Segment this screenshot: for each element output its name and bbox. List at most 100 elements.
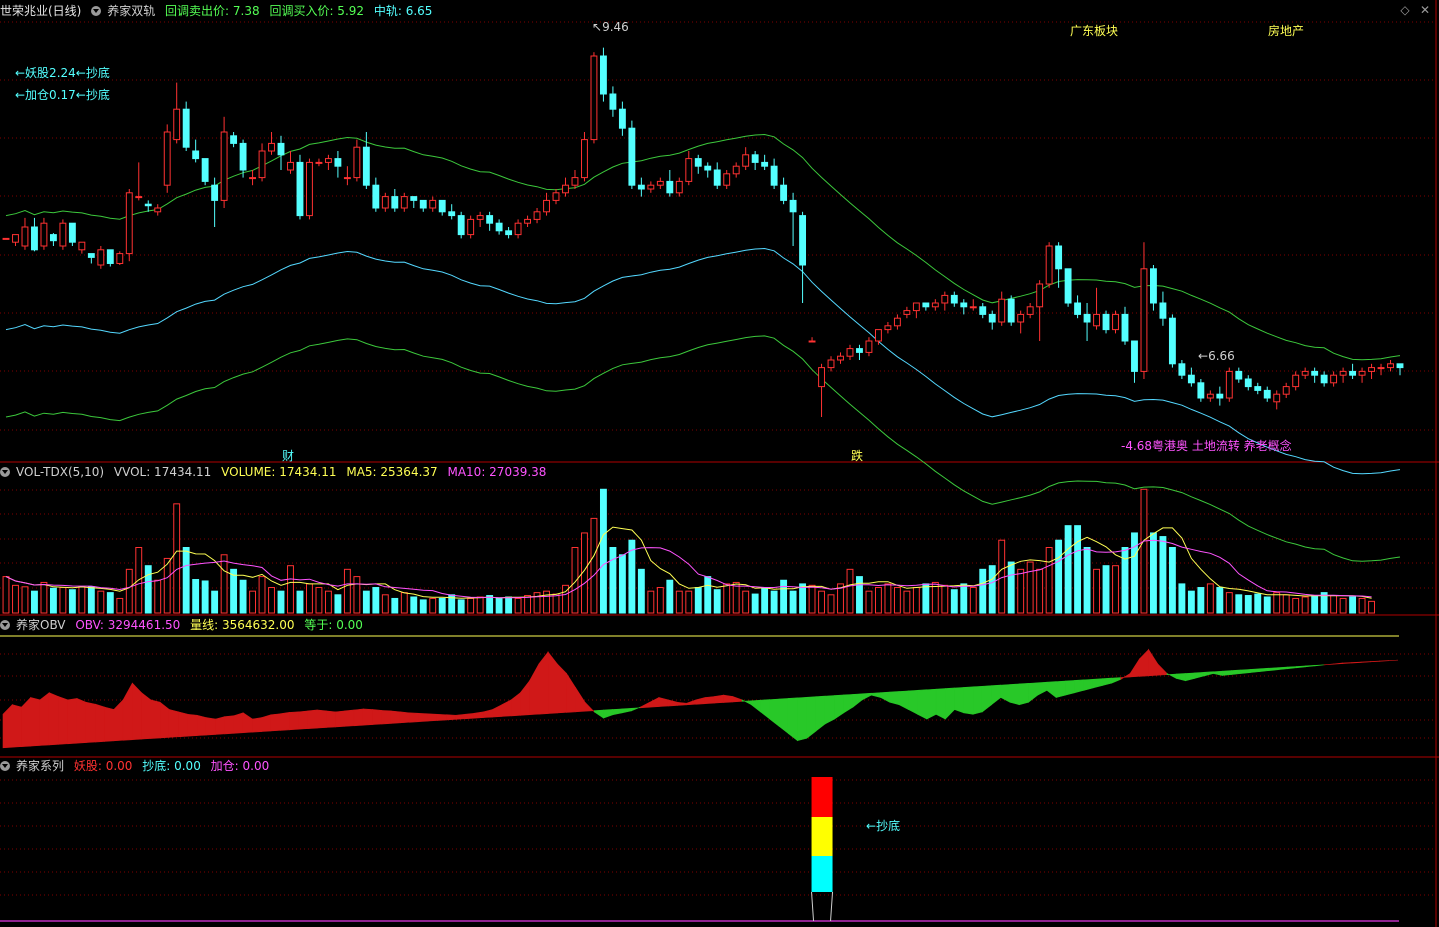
candle-body: [1358, 370, 1366, 376]
buy-price-label: 回调买入价: 5.92: [269, 4, 365, 18]
signal-bar: [0, 777, 1399, 922]
candle-body: [211, 184, 219, 201]
volume-bar: [1301, 596, 1309, 614]
obv-segment: [1286, 666, 1297, 670]
event-marker-die[interactable]: 跌: [851, 447, 863, 464]
candle-body: [884, 325, 892, 331]
close-icon[interactable]: ✕: [1418, 3, 1432, 17]
obv-segment: [21, 696, 32, 747]
indicator-name[interactable]: 养家双轨: [107, 4, 155, 18]
event-marker-cai[interactable]: 财: [282, 447, 294, 464]
expand-icon[interactable]: ◇: [1398, 3, 1412, 17]
candle-body: [182, 108, 190, 148]
dropdown-circle-icon[interactable]: [0, 761, 10, 771]
volume-bar: [287, 565, 294, 614]
volume-bar: [912, 587, 920, 614]
obv-segment: [279, 712, 290, 731]
candle-body: [1301, 370, 1309, 376]
obv-segment: [778, 698, 789, 735]
candle-body: [713, 169, 721, 186]
volume-bar: [1368, 600, 1375, 614]
volume-bar: [656, 587, 664, 614]
stock-title[interactable]: 世荣兆业(日线): [0, 4, 81, 18]
candle-body: [78, 241, 86, 251]
volume-bar: [1112, 565, 1119, 614]
obv-segment: [1388, 659, 1399, 662]
obv-segment: [1120, 673, 1131, 680]
volume-bar: [780, 579, 788, 614]
candle-body: [1150, 268, 1157, 304]
volume-bars: [2, 488, 1375, 614]
candle-body: [1396, 363, 1404, 369]
obv-segment: [372, 709, 383, 725]
candle-body: [306, 161, 313, 217]
volume-bar: [173, 503, 181, 614]
candle-body: [2, 237, 10, 240]
volume-bar: [40, 581, 48, 614]
volume-bar: [1292, 597, 1300, 614]
obv-segment: [945, 687, 955, 720]
volume-bar: [1197, 587, 1205, 614]
volume-bar: [694, 587, 702, 614]
volume-bar: [429, 597, 437, 614]
main-panel-header: 世荣兆业(日线) 养家双轨 回调卖出价: 7.38 回调买入价: 5.92 中轨…: [0, 3, 438, 19]
volume-bar: [1282, 594, 1290, 614]
obv-segment: [233, 712, 244, 734]
obv-indicator-name[interactable]: 养家OBV: [16, 618, 66, 632]
candle-body: [21, 226, 29, 247]
volume-bar: [97, 590, 105, 614]
obv-segment: [1157, 663, 1168, 676]
candle-body: [362, 146, 370, 186]
volume-bar: [372, 587, 380, 614]
candle-body: [201, 158, 209, 182]
signal-stem: [811, 891, 834, 922]
upper-band-line: [5, 133, 1401, 361]
vol-indicator-name[interactable]: VOL-TDX(5,10): [16, 465, 104, 479]
candle-body: [1216, 393, 1224, 399]
obv-segment: [178, 711, 189, 738]
signal-label-text: 抄底: [876, 819, 901, 833]
volume-bar: [1140, 488, 1148, 614]
volume-bar: [1216, 587, 1224, 614]
volume-bar: [2, 576, 10, 614]
obv-segment: [898, 690, 909, 710]
volume-bar: [49, 587, 57, 614]
volume-bar: [106, 592, 114, 614]
obv-segment: [575, 686, 586, 713]
candle-body: [742, 154, 750, 167]
obv-segment: [760, 699, 771, 720]
vol-panel-header: VOL-TDX(5,10) VVOL: 17434.11 VOLUME: 174…: [0, 464, 552, 480]
obv-segment: [1323, 663, 1334, 666]
obv-segment: [630, 706, 641, 712]
candle-body: [495, 222, 503, 232]
volume-bar: [1254, 593, 1262, 614]
candlestick-series: [2, 47, 1404, 417]
volume-bar: [163, 557, 171, 614]
dengyu-label: 等于: 0.00: [304, 618, 363, 632]
volume-bar: [609, 547, 617, 614]
candle-body: [1140, 268, 1148, 372]
volume-bar: [230, 568, 238, 614]
series-indicator-name[interactable]: 养家系列: [16, 759, 64, 773]
candle-body: [154, 207, 162, 213]
obv-segment: [242, 712, 253, 734]
obv-segment: [1111, 677, 1122, 684]
candle-body: [931, 302, 939, 308]
candle-body: [1121, 313, 1129, 342]
dropdown-circle-icon[interactable]: [0, 467, 10, 477]
candle-body: [1339, 370, 1347, 376]
obv-segment: [1333, 662, 1343, 665]
candle-body: [618, 108, 626, 129]
dropdown-circle-icon[interactable]: [0, 620, 10, 630]
obv-segment: [261, 714, 272, 732]
obv-segment: [889, 691, 900, 706]
candle-body: [837, 355, 844, 361]
volume-bar: [941, 584, 949, 614]
candle-body: [666, 180, 674, 194]
obv-segment: [1369, 660, 1380, 663]
candle-body: [789, 199, 797, 213]
obv-segment: [187, 713, 198, 737]
dropdown-circle-icon[interactable]: [91, 6, 102, 16]
candle-body: [1244, 378, 1252, 388]
volume-bar: [362, 590, 370, 614]
